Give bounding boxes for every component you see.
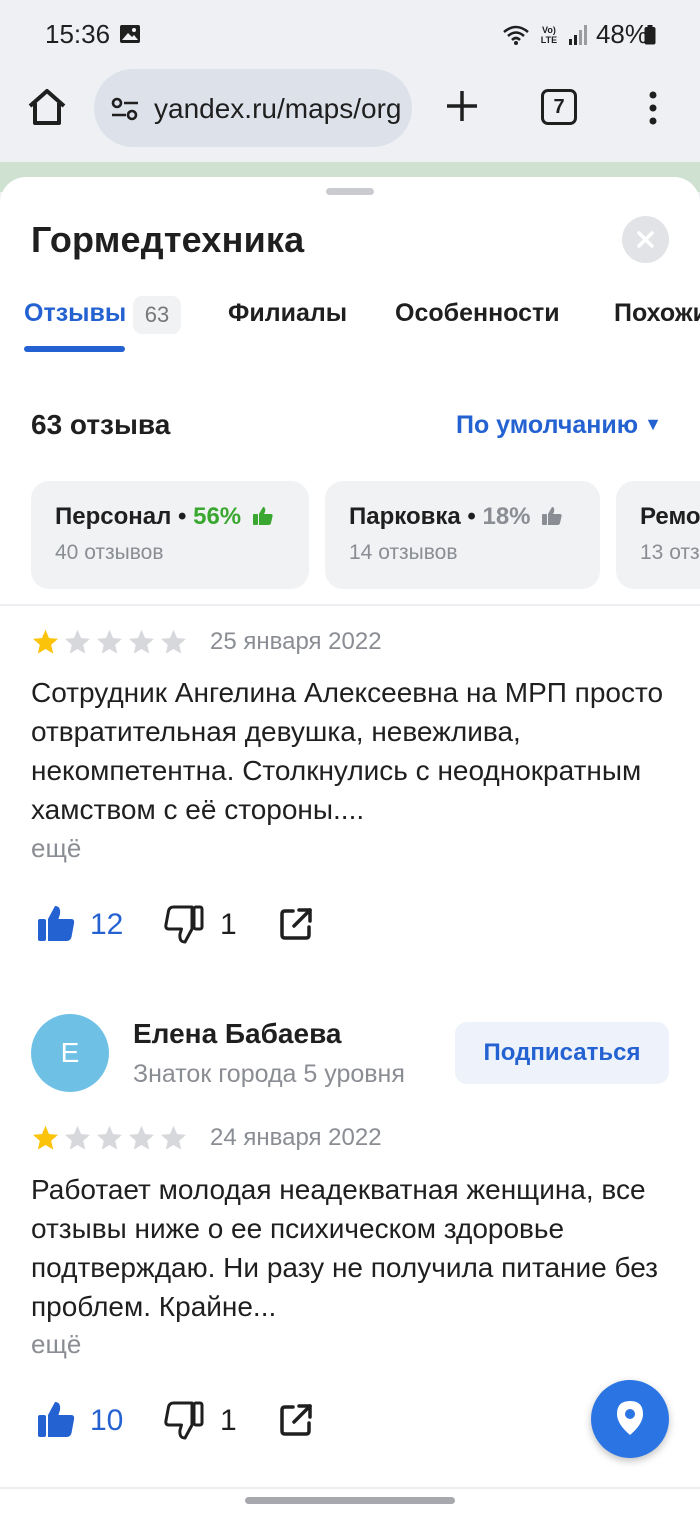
wifi-icon [503,25,529,45]
star-filled-icon [33,1125,58,1150]
divider [0,604,700,606]
rating-stars [31,1124,188,1152]
home-icon[interactable] [26,86,68,128]
more-vert-icon[interactable] [646,90,660,126]
aspect-card-repair[interactable]: Ремонт 13 отзывов [616,481,700,589]
likes-count: 12 [90,908,124,941]
dislikes-count: 1 [220,908,237,941]
avatar[interactable]: Е [31,1014,109,1092]
tab-similar[interactable]: Похожие [614,299,700,328]
review-text: Сотрудник Ангелина Алексеевна на МРП про… [31,677,664,825]
author-name[interactable]: Елена Бабаева [133,1018,341,1050]
star-empty-icon [129,629,154,654]
aspect-name: Ремонт [640,503,700,530]
status-time: 15:36 [45,19,111,49]
map-pin-icon [617,1401,643,1435]
thumbs-up-icon[interactable] [36,904,76,944]
status-bar: 15:36 Vo) LTE 48% [0,0,700,66]
rating-stars [31,628,188,656]
url-text: yandex.ru/maps/org [154,93,402,124]
share-icon[interactable] [278,1402,314,1438]
author-level: Знаток города 5 уровня [133,1060,405,1088]
thumbs-up-icon [542,507,562,525]
aspect-reviews-count: 14 отзывов [349,541,458,564]
review-text: Работает молодая неадекватная женщина, в… [31,1174,659,1322]
aspect-percent: 18% [482,503,531,530]
review-actions: 12 1 [36,902,356,946]
sheet-drag-handle[interactable] [326,188,374,195]
star-empty-icon [97,629,122,654]
aspect-title: Парковка • 18% [349,503,563,531]
site-settings-icon[interactable] [110,96,140,122]
gesture-navigation-bar[interactable] [245,1497,455,1504]
star-filled-icon [33,629,58,654]
tab-reviews[interactable]: Отзывы [24,299,126,328]
thumbs-down-icon[interactable] [164,904,204,944]
sort-dropdown[interactable]: По умолчанию ▼ [456,411,662,440]
close-button[interactable] [622,216,669,263]
thumbs-up-icon[interactable] [36,1400,76,1440]
aspect-reviews-count: 40 отзывов [55,541,164,564]
thumbs-up-icon [252,507,273,525]
organization-title: Гормедтехника [31,219,305,260]
battery-percent: 48% [595,19,648,49]
sort-label: По умолчанию [456,411,639,439]
review-more-link[interactable]: ещё [31,833,81,864]
tabs-bar: Отзывы 63 Филиалы Особенности Похожие [0,277,700,357]
signal-icon [568,24,587,45]
star-empty-icon [65,629,90,654]
tab-features[interactable]: Особенности [395,299,560,328]
star-empty-icon [129,1125,154,1150]
thumbs-down-icon[interactable] [164,1400,204,1440]
reviews-count: 63 отзыва [31,409,171,440]
star-empty-icon [97,1125,122,1150]
review-date: 24 января 2022 [210,1124,382,1151]
tab-reviews-count: 63 [133,296,181,334]
likes-count: 10 [90,1404,124,1437]
divider [0,1487,700,1489]
aspect-reviews-count: 13 отзывов [640,541,700,564]
review-date: 25 января 2022 [210,628,382,655]
close-icon [637,231,654,248]
organization-sheet: Гормедтехника Отзывы 63 Филиалы Особенно… [0,177,700,1517]
star-empty-icon [161,1125,186,1150]
aspect-percent: 56% [193,503,242,530]
aspect-card-parking[interactable]: Парковка • 18% 14 отзывов [325,481,600,589]
aspect-card-staff[interactable]: Персонал • 56% 40 отзывов [31,481,309,589]
plus-icon[interactable] [444,88,480,124]
active-tab-indicator [24,346,125,352]
star-empty-icon [65,1125,90,1150]
status-indicators: Vo) LTE 48% [502,19,648,50]
review-actions: 10 1 [36,1398,356,1442]
browser-toolbar: yandex.ru/maps/org 7 [0,66,700,162]
battery-icon [644,25,656,45]
subscribe-button[interactable]: Подписаться [455,1022,669,1084]
address-bar[interactable]: yandex.ru/maps/org [94,69,412,147]
review-more-link[interactable]: ещё [31,1329,81,1360]
tab-switcher-button[interactable]: 7 [541,89,577,125]
star-empty-icon [161,629,186,654]
share-icon[interactable] [278,906,314,942]
gallery-notification-icon [120,25,140,43]
chevron-down-icon: ▼ [644,414,662,434]
volte-label: Vo) LTE [540,24,558,45]
tab-branches[interactable]: Филиалы [228,299,347,328]
aspect-name: Парковка [349,503,461,530]
location-fab-button[interactable] [591,1380,669,1458]
aspect-title: Персонал • 56% [55,503,274,531]
aspect-name: Персонал [55,503,172,530]
dislikes-count: 1 [220,1404,237,1437]
